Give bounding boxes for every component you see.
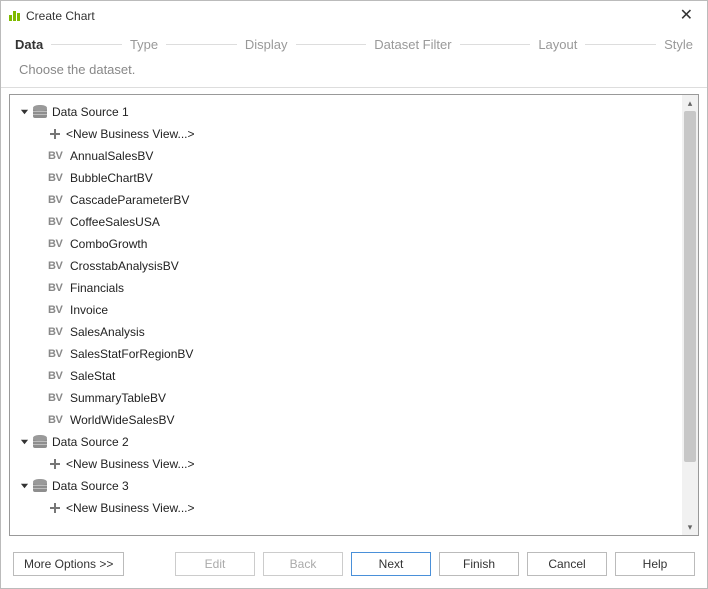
tree-item-label: CoffeeSalesUSA: [70, 211, 160, 233]
step-separator: [51, 44, 122, 45]
scrollbar-vertical[interactable]: ▴ ▾: [682, 95, 698, 535]
tree-item-label: Financials: [70, 277, 124, 299]
tree-item-label: BubbleChartBV: [70, 167, 153, 189]
more-options-button[interactable]: More Options >>: [13, 552, 124, 576]
step-style[interactable]: Style: [664, 37, 693, 52]
divider: [1, 87, 707, 88]
tree-source-label: Data Source 1: [52, 101, 129, 123]
tree-new-business-view[interactable]: <New Business View...>: [14, 453, 678, 475]
finish-button[interactable]: Finish: [439, 552, 519, 576]
step-separator: [296, 44, 367, 45]
step-separator: [166, 44, 237, 45]
next-button[interactable]: Next: [351, 552, 431, 576]
tree-item-label: SalesStatForRegionBV: [70, 343, 193, 365]
plus-icon: [48, 127, 62, 141]
tree-item-label: AnnualSalesBV: [70, 145, 153, 167]
scroll-track[interactable]: [682, 111, 698, 519]
tree-business-view[interactable]: BVWorldWideSalesBV: [14, 409, 678, 431]
tree-source-node[interactable]: Data Source 2: [14, 431, 678, 453]
bv-icon: BV: [48, 167, 66, 189]
chevron-down-icon[interactable]: [18, 438, 30, 447]
database-icon: [32, 105, 48, 119]
tree-new-business-view[interactable]: <New Business View...>: [14, 497, 678, 519]
bv-icon: BV: [48, 145, 66, 167]
tree-item-label: SaleStat: [70, 365, 115, 387]
step-separator: [585, 44, 656, 45]
tree-business-view[interactable]: BVSummaryTableBV: [14, 387, 678, 409]
scroll-down-icon[interactable]: ▾: [682, 519, 698, 535]
bv-icon: BV: [48, 277, 66, 299]
tree-new-business-view[interactable]: <New Business View...>: [14, 123, 678, 145]
tree-item-label: Invoice: [70, 299, 108, 321]
tree-business-view[interactable]: BVSaleStat: [14, 365, 678, 387]
window-title: Create Chart: [26, 9, 95, 23]
tree-business-view[interactable]: BVCoffeeSalesUSA: [14, 211, 678, 233]
tree-business-view[interactable]: BVInvoice: [14, 299, 678, 321]
bv-icon: BV: [48, 255, 66, 277]
subtitle: Choose the dataset.: [1, 62, 707, 87]
help-button[interactable]: Help: [615, 552, 695, 576]
step-dataset-filter[interactable]: Dataset Filter: [374, 37, 451, 52]
chart-icon: [9, 11, 20, 21]
tree-business-view[interactable]: BVComboGrowth: [14, 233, 678, 255]
bv-icon: BV: [48, 343, 66, 365]
tree-item-label: <New Business View...>: [66, 497, 195, 519]
database-icon: [32, 479, 48, 493]
step-data[interactable]: Data: [15, 37, 43, 52]
footer: More Options >> Edit Back Next Finish Ca…: [1, 542, 707, 588]
tree-business-view[interactable]: BVFinancials: [14, 277, 678, 299]
cancel-button[interactable]: Cancel: [527, 552, 607, 576]
dataset-tree: Data Source 1<New Business View...>BVAnn…: [9, 94, 699, 536]
database-icon: [32, 435, 48, 449]
step-display[interactable]: Display: [245, 37, 288, 52]
tree-source-label: Data Source 3: [52, 475, 129, 497]
tree-item-label: SalesAnalysis: [70, 321, 145, 343]
tree-business-view[interactable]: BVAnnualSalesBV: [14, 145, 678, 167]
tree-source-label: Data Source 2: [52, 431, 129, 453]
bv-icon: BV: [48, 211, 66, 233]
chevron-down-icon[interactable]: [18, 108, 30, 117]
titlebar: Create Chart ✕: [1, 1, 707, 29]
chevron-down-icon[interactable]: [18, 482, 30, 491]
wizard-steps: Data Type Display Dataset Filter Layout …: [1, 29, 707, 62]
bv-icon: BV: [48, 365, 66, 387]
back-button: Back: [263, 552, 343, 576]
bv-icon: BV: [48, 409, 66, 431]
tree-item-label: CrosstabAnalysisBV: [70, 255, 179, 277]
tree-item-label: ComboGrowth: [70, 233, 147, 255]
tree-source-node[interactable]: Data Source 3: [14, 475, 678, 497]
tree-item-label: <New Business View...>: [66, 453, 195, 475]
plus-icon: [48, 457, 62, 471]
scroll-up-icon[interactable]: ▴: [682, 95, 698, 111]
tree-business-view[interactable]: BVSalesAnalysis: [14, 321, 678, 343]
step-type[interactable]: Type: [130, 37, 158, 52]
step-separator: [460, 44, 531, 45]
bv-icon: BV: [48, 299, 66, 321]
tree-item-label: WorldWideSalesBV: [70, 409, 174, 431]
bv-icon: BV: [48, 189, 66, 211]
tree-source-node[interactable]: Data Source 1: [14, 101, 678, 123]
step-layout[interactable]: Layout: [538, 37, 577, 52]
bv-icon: BV: [48, 233, 66, 255]
tree-item-label: SummaryTableBV: [70, 387, 166, 409]
tree-business-view[interactable]: BVCrosstabAnalysisBV: [14, 255, 678, 277]
tree-business-view[interactable]: BVSalesStatForRegionBV: [14, 343, 678, 365]
tree-item-label: CascadeParameterBV: [70, 189, 189, 211]
edit-button: Edit: [175, 552, 255, 576]
close-icon[interactable]: ✕: [676, 8, 697, 24]
tree-item-label: <New Business View...>: [66, 123, 195, 145]
tree-business-view[interactable]: BVBubbleChartBV: [14, 167, 678, 189]
bv-icon: BV: [48, 321, 66, 343]
plus-icon: [48, 501, 62, 515]
bv-icon: BV: [48, 387, 66, 409]
scroll-thumb[interactable]: [684, 111, 696, 462]
tree-business-view[interactable]: BVCascadeParameterBV: [14, 189, 678, 211]
